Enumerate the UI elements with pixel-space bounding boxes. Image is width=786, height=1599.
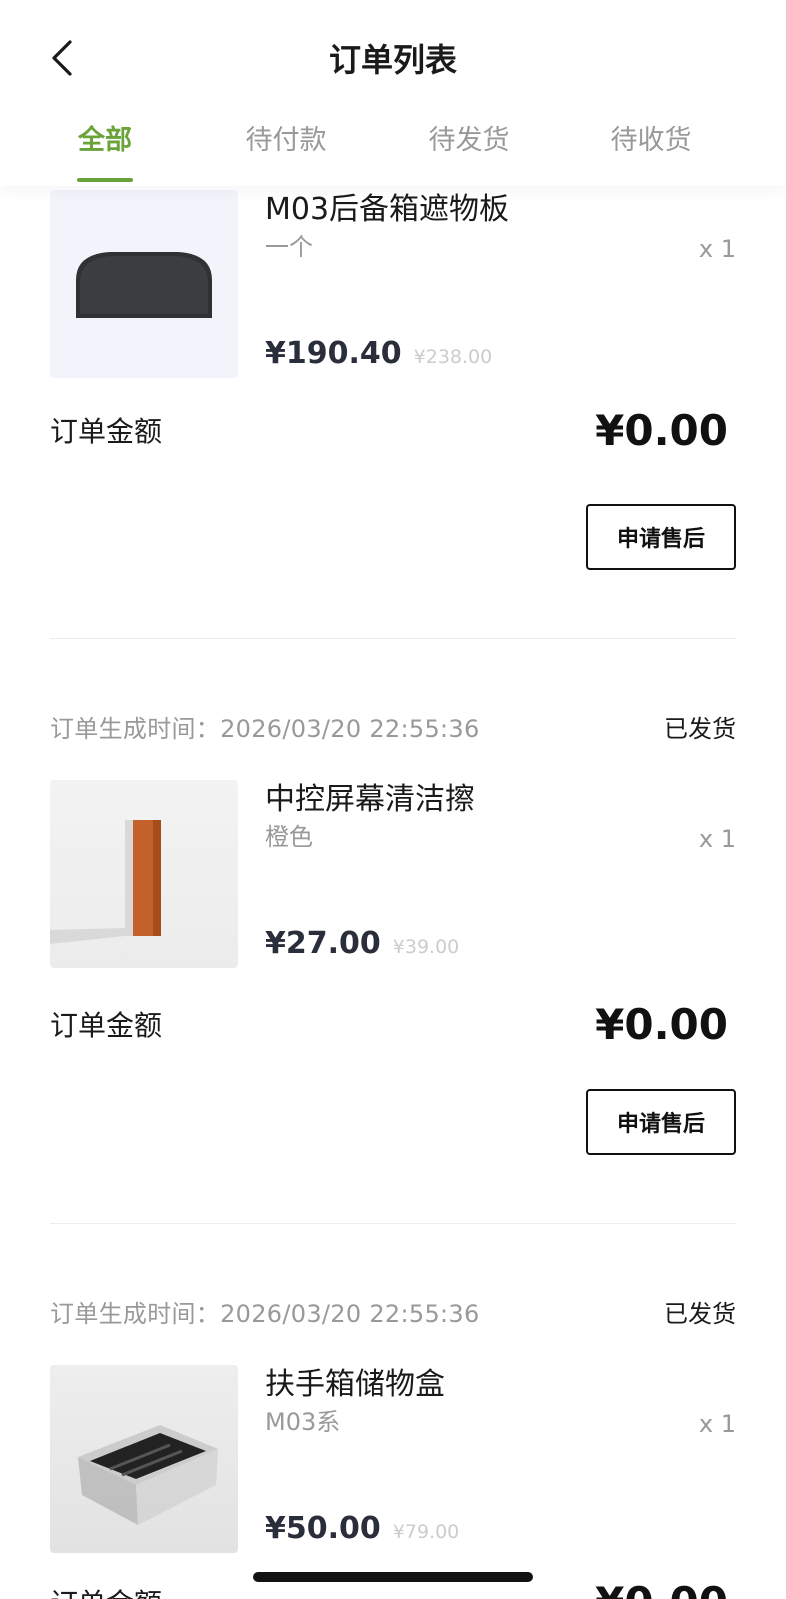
product-name: 扶手箱储物盒	[265, 1367, 445, 1402]
product-original-price: ¥79.00	[392, 1521, 460, 1543]
product-image	[50, 190, 238, 378]
order-total-value: ¥0.00	[595, 405, 728, 455]
armrest-storage-box-icon	[78, 1425, 218, 1525]
product-quantity: x 1	[698, 1410, 736, 1438]
product-quantity: x 1	[698, 825, 736, 853]
order-total-value: ¥0.00	[595, 1578, 736, 1599]
order-header: 订单生成时间：2026/03/20 22:55:36 已发货	[50, 706, 736, 746]
product-item[interactable]: 中控屏幕清洁擦 橙色 x 1 ¥27.00 ¥39.00	[50, 780, 736, 968]
product-name: 中控屏幕清洁擦	[265, 782, 475, 817]
order-header: 订单生成时间：2026/03/20 22:55:36 已发货	[50, 1291, 736, 1331]
active-tab-indicator	[77, 178, 133, 182]
order-total-row: 订单金额 ¥0.00	[50, 400, 736, 460]
product-price: ¥27.00	[265, 926, 381, 961]
trunk-cover-board-icon	[76, 252, 212, 318]
order-status: 已发货	[664, 1299, 736, 1328]
product-original-price: ¥238.00	[413, 346, 493, 368]
product-quantity: x 1	[698, 235, 736, 263]
order-list-screen: M03后备箱遮物板 一个 x 1 ¥190.40 ¥238.00 订单金额 ¥0…	[0, 0, 786, 1599]
order-tabs: 全部 待付款 待发货 待收货	[0, 116, 786, 186]
order-created-time: 订单生成时间：2026/03/20 22:55:36	[50, 714, 480, 743]
tab-all[interactable]: 全部	[45, 116, 165, 166]
product-item[interactable]: M03后备箱遮物板 一个 x 1 ¥190.40 ¥238.00	[50, 190, 736, 378]
product-image	[50, 1365, 238, 1553]
screen-cleaner-stick-icon	[50, 820, 161, 944]
order-total-label: 订单金额	[50, 1009, 163, 1042]
top-header: 订单列表 全部 待付款 待发货 待收货	[0, 0, 786, 186]
product-item[interactable]: 扶手箱储物盒 M03系 x 1 ¥50.00 ¥79.00	[50, 1365, 736, 1553]
product-price-group: ¥190.40 ¥238.00	[265, 336, 492, 371]
product-price-group: ¥50.00 ¥79.00	[265, 1511, 459, 1546]
home-indicator	[253, 1572, 533, 1582]
product-price-group: ¥27.00 ¥39.00	[265, 926, 459, 961]
product-spec: 橙色	[265, 823, 313, 851]
order-created-time: 订单生成时间：2026/03/20 22:55:36	[50, 1299, 480, 1328]
order-total-label: 订单金额	[50, 415, 163, 448]
order-total-value: ¥0.00	[595, 999, 728, 1049]
product-spec: M03系	[265, 1408, 341, 1436]
tab-pending-shipment[interactable]: 待发货	[409, 116, 529, 166]
product-original-price: ¥39.00	[392, 936, 460, 958]
product-price: ¥190.40	[265, 336, 402, 371]
page-title: 订单列表	[328, 41, 457, 79]
order-divider	[50, 638, 736, 639]
apply-after-sale-button[interactable]: 申请售后	[586, 1089, 736, 1155]
product-spec: 一个	[265, 233, 313, 261]
order-total-row: 订单金额 ¥0.00	[50, 994, 736, 1054]
product-name: M03后备箱遮物板	[265, 192, 510, 227]
tab-pending-receipt[interactable]: 待收货	[591, 116, 711, 166]
apply-after-sale-button[interactable]: 申请售后	[586, 504, 736, 570]
tab-pending-payment[interactable]: 待付款	[226, 116, 346, 166]
order-total-label: 订单金额	[50, 1582, 162, 1599]
order-divider	[50, 1223, 736, 1224]
product-price: ¥50.00	[265, 1511, 381, 1546]
product-image	[50, 780, 238, 968]
order-status: 已发货	[664, 714, 736, 743]
